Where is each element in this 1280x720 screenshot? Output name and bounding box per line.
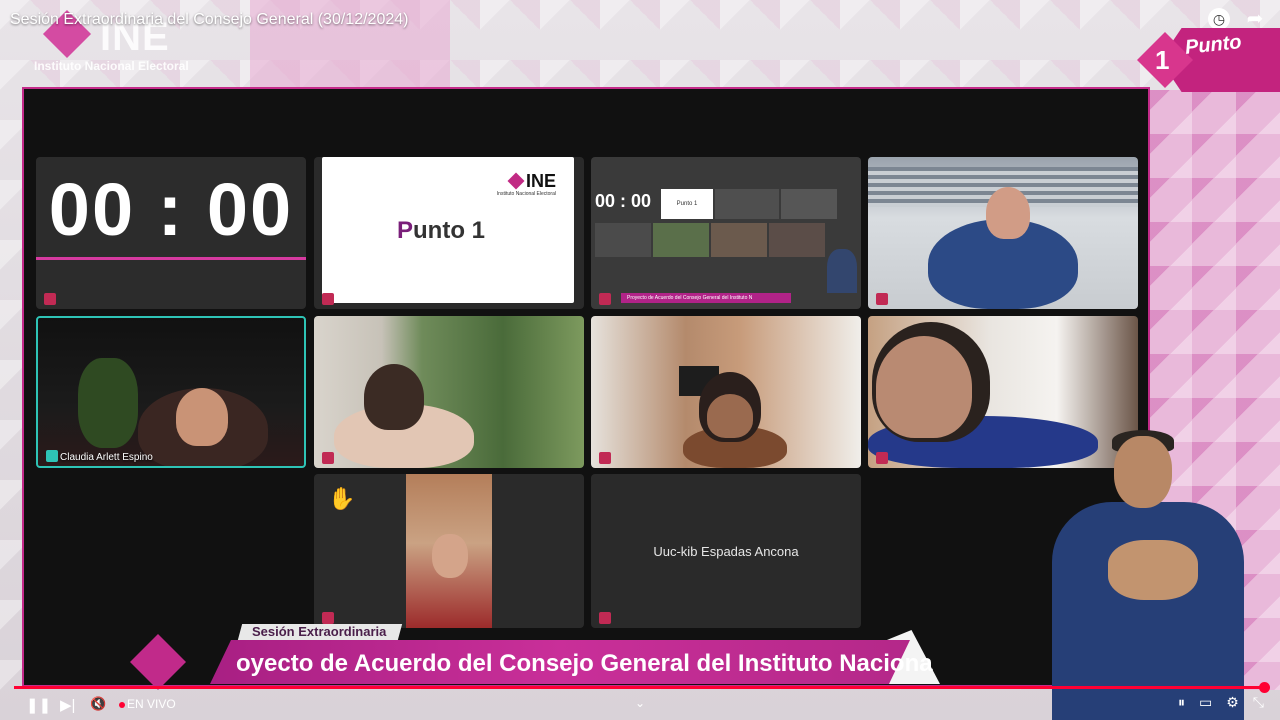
mini-timer: 00 : 00	[595, 191, 652, 211]
clock-icon[interactable]: ◷	[1208, 8, 1230, 30]
interpreter-head	[1114, 436, 1172, 508]
settings-gear-icon[interactable]: ⚙	[1226, 694, 1239, 711]
player-right-controls: ⏸ ▭ ⚙ ⤡	[1178, 694, 1264, 711]
meeting-stage: 00 : 00 INE Instituto Nacional Electoral…	[22, 87, 1150, 687]
participant-video-tile	[868, 157, 1138, 309]
participant-video-tile: ✋	[314, 474, 584, 628]
mini-video-thumb	[781, 189, 837, 219]
mini-video-thumb	[711, 223, 767, 257]
ine-diamond-icon	[507, 172, 525, 190]
slide-title-rest: unto 1	[413, 217, 486, 244]
mic-muted-icon	[599, 293, 611, 305]
slide-logo: INE	[507, 171, 556, 192]
chevron-down-icon[interactable]: ⌄	[635, 696, 645, 710]
exit-fullscreen-button[interactable]: ⤡	[1253, 694, 1264, 711]
subtitles-button[interactable]: ▭	[1199, 694, 1212, 711]
participant-video-tile-active: Claudia Arlett Espino	[36, 316, 306, 468]
participant-face	[176, 388, 228, 446]
ine-logo-subtitle: Instituto Nacional Electoral	[34, 59, 189, 73]
next-button[interactable]: ▶|	[60, 696, 75, 714]
participant-face	[432, 534, 468, 578]
participant-video	[406, 474, 492, 628]
raise-hand-icon: ✋	[328, 486, 356, 511]
mic-muted-icon	[44, 293, 56, 305]
autoplay-toggle[interactable]: ⏸	[1178, 694, 1185, 711]
lower-third: Sesión Extraordinaria oyecto de Acuerdo …	[130, 620, 940, 690]
participant-hair	[364, 364, 424, 430]
video-title[interactable]: Sesión Extraordinaria del Consejo Genera…	[10, 11, 408, 29]
slide-title-first-letter: P	[397, 217, 414, 244]
mini-video-thumb	[769, 223, 825, 257]
slide-title: Punto 1	[397, 217, 485, 245]
slide-logo-subtitle: Instituto Nacional Electoral	[496, 191, 556, 197]
timer-tile: 00 : 00	[36, 157, 306, 309]
top-icons: ◷ ➦	[1208, 8, 1266, 30]
plant	[78, 358, 138, 448]
participant-video-tile	[314, 316, 584, 468]
slide-logo-letters: INE	[525, 171, 556, 191]
mini-video-thumb	[715, 189, 779, 219]
mini-interpreter	[827, 249, 857, 293]
interpreter-hands	[1108, 540, 1198, 600]
mini-video-thumb	[595, 223, 651, 257]
mic-muted-icon	[876, 452, 888, 464]
mic-active-icon	[46, 450, 58, 462]
mute-button[interactable]: 🔇	[90, 696, 106, 712]
participant-face	[986, 187, 1030, 239]
participant-no-video-tile: Uuc-kib Espadas Ancona	[591, 474, 861, 628]
share-icon[interactable]: ➦	[1244, 8, 1266, 30]
mini-punto-slide: Punto 1	[661, 189, 713, 219]
punto-number: 1	[1155, 45, 1170, 75]
broadcast-preview-tile: 00 : 00 Punto 1 Proyecto de Acuerdo del …	[591, 157, 861, 309]
mini-video-thumb	[653, 223, 709, 257]
player-controls: ❚❚ ▶| 🔇 EN VIVO ⌄ ⏸ ▭ ⚙ ⤡	[0, 690, 1280, 720]
progress-bar[interactable]	[14, 686, 1266, 689]
mic-muted-icon	[876, 293, 888, 305]
punto-badge: 1 Punto	[1135, 28, 1280, 92]
lower-third-diamond	[130, 634, 186, 690]
timer-bar	[36, 257, 306, 260]
mic-muted-icon	[322, 293, 334, 305]
live-dot-icon	[119, 702, 125, 708]
participant-face	[876, 336, 972, 438]
sign-language-interpreter	[1046, 430, 1246, 720]
live-indicator[interactable]: EN VIVO	[127, 697, 176, 711]
participant-name: Claudia Arlett Espino	[60, 452, 153, 463]
mic-muted-icon	[599, 452, 611, 464]
timer-display: 00 : 00	[48, 168, 294, 251]
session-tag: Sesión Extraordinaria	[237, 624, 403, 640]
mini-caption: Proyecto de Acuerdo del Consejo General …	[621, 293, 791, 303]
participant-video-tile	[591, 316, 861, 468]
headline-ticker: oyecto de Acuerdo del Consejo General de…	[236, 650, 933, 677]
session-tag-text: Sesión Extraordinaria	[252, 624, 387, 639]
participant-face	[707, 394, 753, 438]
mic-muted-icon	[322, 452, 334, 464]
pause-button[interactable]: ❚❚	[26, 696, 51, 714]
participant-name: Uuc-kib Espadas Ancona	[653, 543, 799, 559]
slide-tile: INE Instituto Nacional Electoral Punto 1	[314, 157, 584, 309]
presentation-slide: INE Instituto Nacional Electoral Punto 1	[322, 157, 574, 303]
